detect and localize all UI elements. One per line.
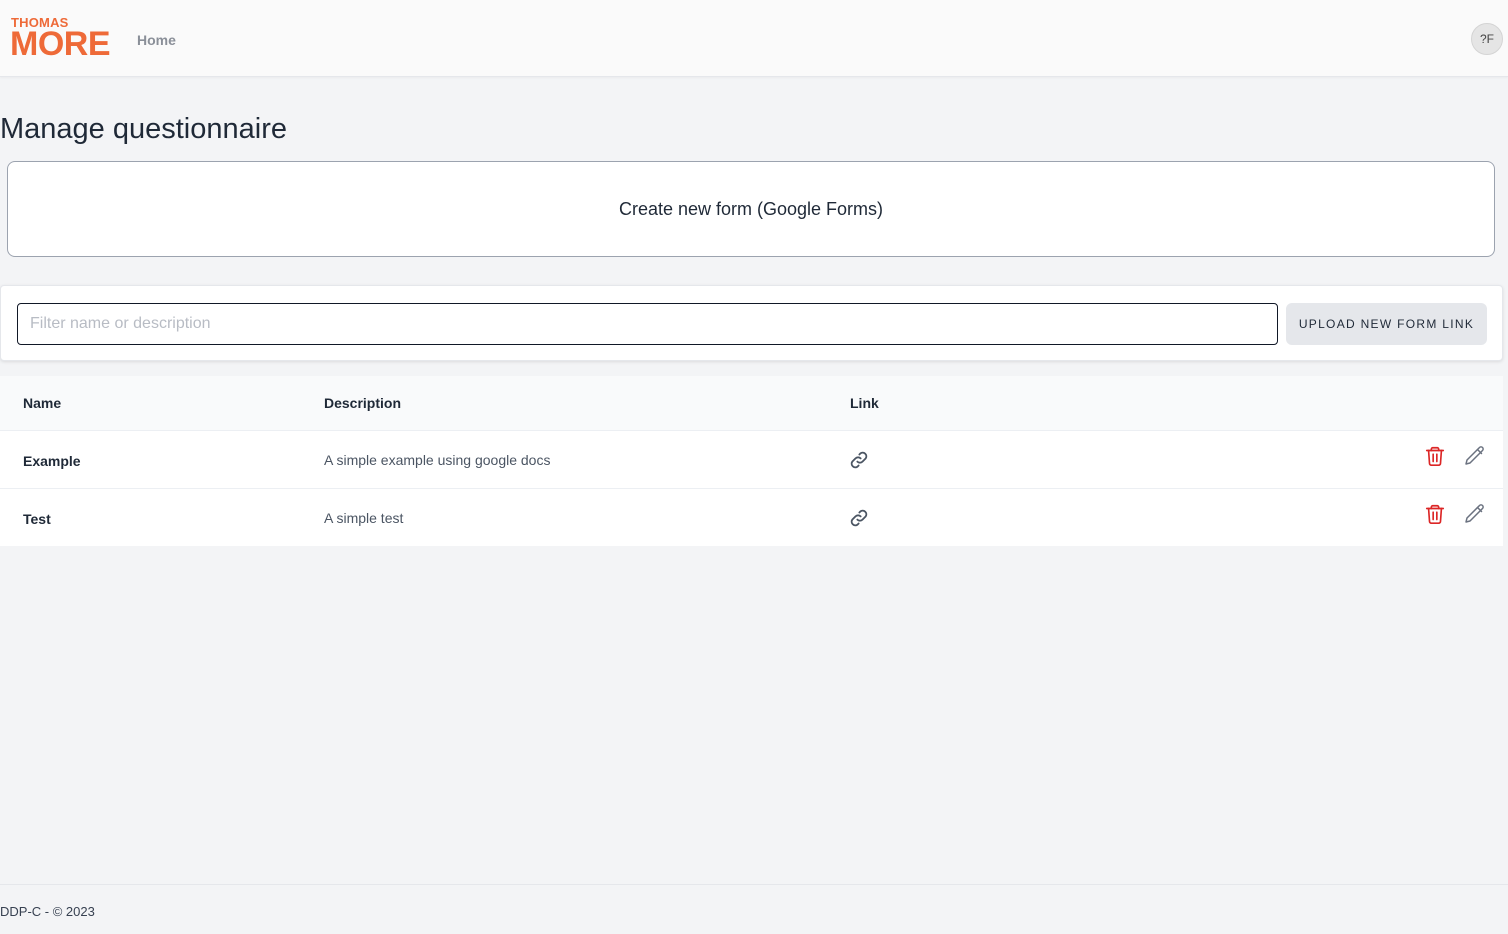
create-new-form-button[interactable]: Create new form (Google Forms) [7,161,1495,257]
thomas-more-logo[interactable]: THOMAS MORE [10,16,116,62]
pencil-icon[interactable] [1463,502,1487,526]
link-icon[interactable] [848,449,870,471]
pencil-icon[interactable] [1463,444,1487,468]
trash-icon[interactable] [1424,444,1446,468]
link-icon[interactable] [848,507,870,529]
user-avatar[interactable]: ?F [1471,23,1503,55]
row-description: A simple example using google docs [324,452,551,468]
page-footer: DDP-C - © 2023 [0,884,1508,934]
column-header-description: Description [324,395,402,411]
questionnaire-table: Name Description Link Example A simple e… [0,376,1503,546]
row-name: Example [23,453,81,469]
upload-new-form-link-button[interactable]: UPLOAD NEW FORM LINK [1286,303,1487,345]
filter-input[interactable] [17,303,1278,345]
create-new-form-label: Create new form (Google Forms) [618,198,884,219]
trash-icon[interactable] [1424,502,1446,526]
column-header-link: Link [850,395,879,411]
table-header: Name Description Link [0,376,1503,430]
filter-bar: UPLOAD NEW FORM LINK [0,285,1503,361]
page-title: Manage questionnaire [0,113,287,145]
column-header-name: Name [23,395,62,411]
footer-copyright: DDP-C - © 2023 [0,904,95,919]
logo-main-text: MORE [10,25,111,63]
top-navbar: THOMAS MORE Home ?F [0,0,1508,77]
row-name: Test [23,511,51,527]
nav-home-link[interactable]: Home [137,32,176,48]
table-row: Example A simple example using google do… [0,430,1503,488]
table-row: Test A simple test [0,488,1503,546]
row-description: A simple test [324,510,404,526]
